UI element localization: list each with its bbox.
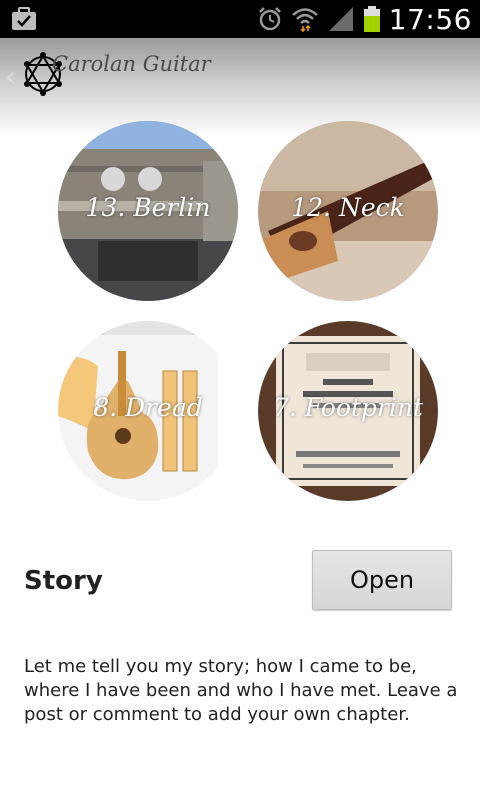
chapter-label: 12. Neck bbox=[291, 193, 405, 222]
alarm-icon bbox=[258, 7, 281, 31]
wifi-icon bbox=[291, 8, 318, 32]
battery-icon bbox=[363, 6, 380, 32]
open-button[interactable]: Open bbox=[312, 550, 452, 610]
chapter-label: 8. Dread bbox=[93, 393, 203, 422]
chapter-label: 13. Berlin bbox=[85, 193, 211, 222]
signal-icon bbox=[328, 7, 353, 31]
chapter-footprint[interactable]: 7. Footprint bbox=[258, 321, 438, 501]
chevron-left-icon[interactable]: ‹ bbox=[5, 60, 16, 93]
chapter-berlin[interactable]: 13. Berlin bbox=[58, 121, 238, 301]
chapter-dread[interactable]: 8. Dread bbox=[58, 321, 238, 501]
story-description: Let me tell you my story; how I came to … bbox=[24, 656, 458, 725]
app-title: Carolan Guitar bbox=[52, 52, 211, 76]
story-title: Story bbox=[24, 566, 103, 596]
briefcase-check-icon bbox=[12, 7, 36, 30]
chapter-label: 7. Footprint bbox=[272, 393, 424, 422]
chapter-neck[interactable]: 12. Neck bbox=[258, 121, 438, 301]
status-bar: 17:56 bbox=[0, 0, 480, 38]
clock-time: 17:56 bbox=[388, 2, 472, 36]
battery-level bbox=[363, 16, 380, 32]
